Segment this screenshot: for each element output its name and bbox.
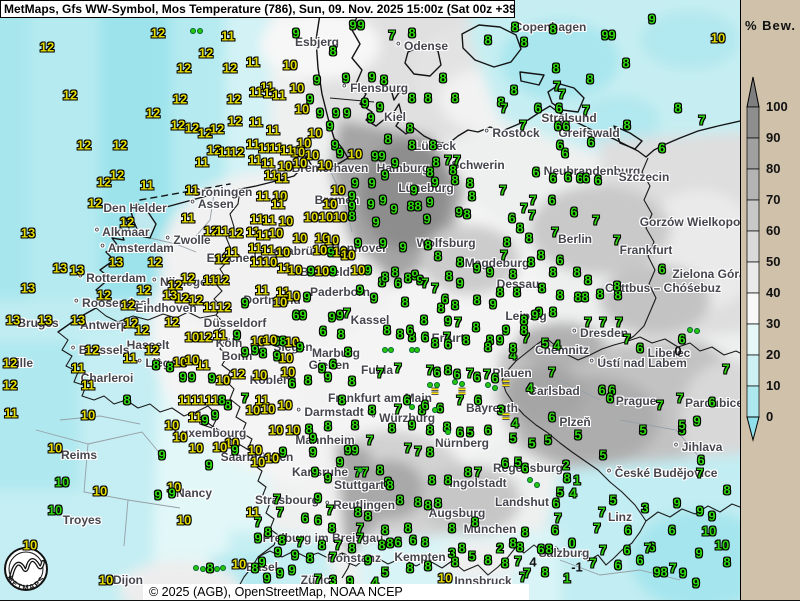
map-canvas[interactable]: METMAPS [0,0,740,600]
map-title: MetMaps, Gfs WW-Symbol, Mos Temperature … [4,2,515,16]
legend-tick-label: 40 [766,285,800,300]
legend-tick-label: 0 [766,409,800,424]
legend-arrow-bottom [747,417,759,440]
legend-tick-label: 80 [766,161,800,176]
metmaps-logo: METMAPS [5,548,47,592]
legend-segment [747,138,759,169]
legend-colorbar [741,0,800,600]
legend-segment [747,262,759,293]
legend-segment [747,231,759,262]
legend-panel: % Bew. 1009080706050403020100 [740,0,800,600]
title-bar: MetMaps, Gfs WW-Symbol, Mos Temperature … [0,0,515,18]
legend-segment [747,324,759,355]
cloud-shading-layer [0,0,740,600]
legend-tick-label: 50 [766,254,800,269]
legend-segment [747,200,759,231]
legend-tick-label: 30 [766,316,800,331]
legend-tick-label: 20 [766,347,800,362]
legend-arrow-top [747,77,759,107]
legend-tick-label: 100 [766,99,800,114]
legend-tick-label: 60 [766,223,800,238]
legend-segment [747,293,759,324]
legend-tick-label: 90 [766,130,800,145]
legend-tick-label: 10 [766,378,800,393]
legend-segment [747,355,759,386]
footer-bar: © 2025 (AGB), OpenStreetMap, NOAA NCEP [143,584,529,600]
legend-tick-label: 70 [766,192,800,207]
legend-segment [747,107,759,138]
metmaps-app: METMAPS Esbjerg° OdenseCopenhagen° Flens… [0,0,800,601]
legend-segment [747,169,759,200]
footer-credit-link[interactable]: © 2025 (AGB), OpenStreetMap, NOAA NCEP [149,585,403,599]
legend-segment [747,386,759,417]
